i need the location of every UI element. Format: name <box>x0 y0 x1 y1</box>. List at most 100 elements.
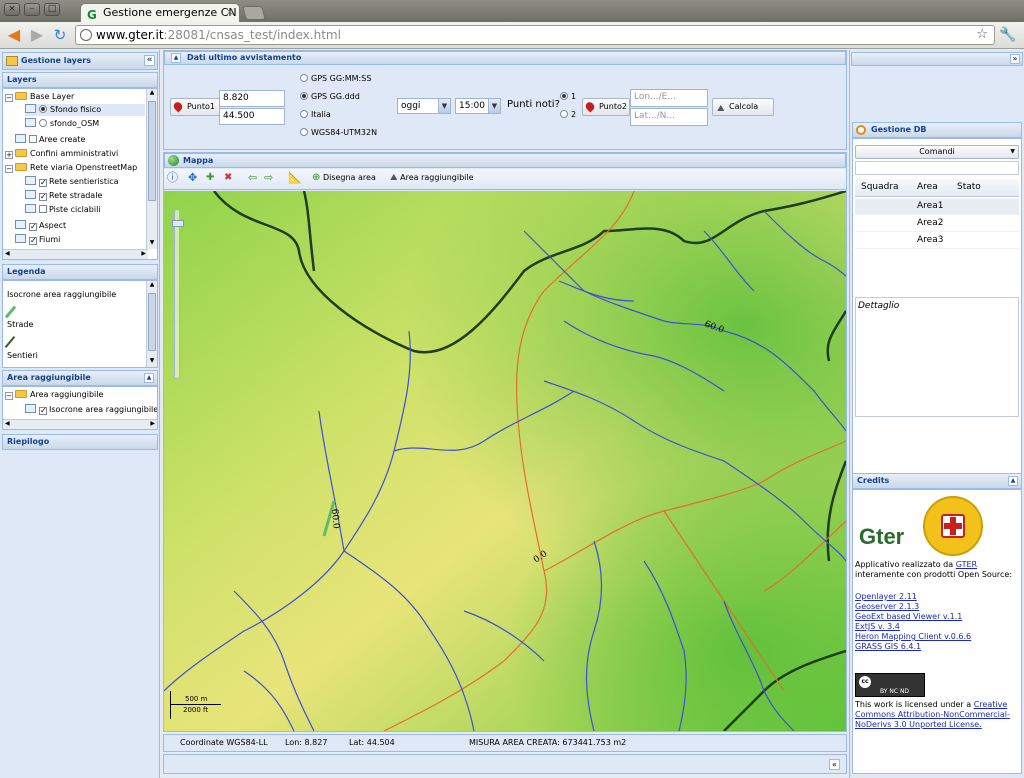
chevron-down-icon[interactable]: ▼ <box>1010 146 1015 158</box>
coord-option-utm32n[interactable]: WGS84-UTM32N <box>300 127 377 139</box>
column-stato[interactable]: Stato <box>957 182 981 192</box>
geoext-link[interactable]: GeoExt based Viewer v.1.1 <box>855 612 962 621</box>
table-row[interactable]: Area1 <box>855 199 1019 215</box>
collapse-right-icon[interactable]: » <box>1010 54 1020 64</box>
chevron-down-icon[interactable]: ▼ <box>438 99 450 113</box>
tree-item-base-layer[interactable]: − Base Layer <box>5 91 74 103</box>
fiumi-checkbox[interactable]: ✓ <box>29 237 37 245</box>
disegna-area-button[interactable]: ⊕ Disegna area <box>312 169 376 187</box>
coord-option-gg-mm-ss[interactable]: GPS GG:MM:SS <box>300 73 371 85</box>
scroll-thumb[interactable] <box>148 101 156 201</box>
punto2-lon-input[interactable]: Lon.../E... <box>630 89 708 107</box>
punti-noti-option-1[interactable]: 1 <box>560 91 576 103</box>
table-row[interactable]: Area3 <box>855 233 1019 249</box>
punti-noti-option-2[interactable]: 2 <box>560 109 576 121</box>
punto2-button[interactable]: Punto2 <box>582 98 630 116</box>
isocrone-checkbox[interactable]: ✓ <box>39 407 47 415</box>
tree-item-rete-viaria[interactable]: − Rete viaria OpenstreetMap <box>5 162 137 174</box>
tab-close-icon[interactable]: × <box>226 4 234 22</box>
browser-tab[interactable]: G Gestione emergenze CN × <box>80 3 240 22</box>
zoom-in-icon[interactable]: ✚ <box>206 169 214 187</box>
tree-item-rete-sentieristica[interactable]: ✓ Rete sentieristica <box>25 176 119 188</box>
scroll-down-icon[interactable]: ▼ <box>147 239 157 249</box>
scroll-up-icon[interactable]: ▲ <box>147 89 157 99</box>
collapse-up-icon[interactable]: ▲ <box>1008 476 1018 486</box>
column-squadra[interactable]: Squadra <box>861 182 899 192</box>
info-icon[interactable]: ⓘ <box>167 169 178 187</box>
area-raggiungibile-button[interactable]: ⛰ Area raggiungibile <box>390 169 474 187</box>
scroll-left-icon[interactable]: ◀ <box>5 420 10 427</box>
tree-item-aspect[interactable]: ✓ Aspect <box>15 220 66 232</box>
scroll-down-icon[interactable]: ▼ <box>147 357 157 367</box>
cc-badge[interactable]: cc BY NC ND <box>855 673 925 697</box>
tree-item-area-raggiungibile[interactable]: − Area raggiungibile <box>5 389 103 401</box>
layers-hscrollbar[interactable]: ◀ ▶ <box>3 249 148 259</box>
map-svg[interactable]: 60.0 60.0 0.0 <box>164 191 846 731</box>
next-view-icon[interactable]: ⇨ <box>264 169 273 187</box>
collapse-up-icon[interactable]: ▲ <box>144 373 154 383</box>
tree-item-piste-ciclabili[interactable]: Piste ciclabili <box>25 204 101 216</box>
area-hscrollbar[interactable]: ◀ ▶ <box>3 419 157 429</box>
maximize-window-icon[interactable]: □ <box>44 3 60 16</box>
punto1-lat-input[interactable]: 44.500 <box>219 108 285 125</box>
punto1-lon-input[interactable]: 8.820 <box>219 90 285 107</box>
coord-option-gg-ddd[interactable]: GPS GG.ddd <box>300 91 360 103</box>
date-select[interactable]: oggi ▼ <box>397 98 451 114</box>
scroll-up-icon[interactable]: ▲ <box>147 281 157 291</box>
piste-ciclabili-checkbox[interactable] <box>39 205 47 213</box>
rete-sentieristica-checkbox[interactable]: ✓ <box>39 179 47 187</box>
bookmark-star-icon[interactable]: ☆ <box>976 26 988 44</box>
forward-arrow-icon[interactable]: ▶ <box>27 25 47 45</box>
sfondo-fisico-radio[interactable] <box>39 105 47 113</box>
openlayer-link[interactable]: Openlayer 2.11 <box>855 592 917 601</box>
heron-link[interactable]: Heron Mapping Client v.0.6.6 <box>855 632 971 641</box>
table-row[interactable]: Area2 <box>855 216 1019 232</box>
aree-create-checkbox[interactable] <box>29 135 37 143</box>
back-arrow-icon[interactable]: ◀ <box>4 25 24 45</box>
measure-icon[interactable]: 📐 <box>288 169 302 187</box>
geoserver-link[interactable]: Geoserver 2.1.3 <box>855 602 919 611</box>
riepilogo-header[interactable]: Riepilogo <box>2 434 158 450</box>
calcola-button[interactable]: ⛰ Calcola <box>712 98 774 116</box>
expand-up-icon[interactable]: « <box>829 759 840 770</box>
sfondo-osm-radio[interactable] <box>39 119 47 127</box>
zoom-slider-thumb[interactable] <box>172 220 184 227</box>
address-bar[interactable]: www.gter.it:28081/cnsas_test/index.html … <box>75 25 995 45</box>
pan-icon[interactable]: ✥ <box>188 169 197 187</box>
collapse-left-icon[interactable]: « <box>144 55 155 66</box>
scroll-left-icon[interactable]: ◀ <box>5 250 10 257</box>
tree-item-isocrone[interactable]: ✓ Isocrone area raggiungibile <box>25 404 157 416</box>
map-canvas[interactable]: 60.0 60.0 0.0 500 m 2000 ft <box>164 191 846 731</box>
coord-option-italia[interactable]: Italia <box>300 109 331 121</box>
zoom-out-icon[interactable]: ✖ <box>224 169 232 187</box>
minimize-window-icon[interactable]: – <box>24 3 40 16</box>
chevron-down-icon[interactable]: ▼ <box>488 99 500 113</box>
reload-icon[interactable]: ↻ <box>50 25 70 45</box>
tree-item-rete-stradale[interactable]: ✓ Rete stradale <box>25 190 102 202</box>
scroll-right-icon[interactable]: ▶ <box>150 420 155 427</box>
scroll-right-icon[interactable]: ▶ <box>141 250 146 257</box>
tree-item-sfondo-osm[interactable]: sfondo_OSM <box>25 118 99 130</box>
scroll-thumb[interactable] <box>148 293 156 351</box>
aspect-checkbox[interactable]: ✓ <box>29 223 37 231</box>
column-area[interactable]: Area <box>917 182 938 192</box>
zoom-slider[interactable] <box>172 209 184 379</box>
tree-item-aree-create[interactable]: Aree create <box>15 134 85 146</box>
time-select[interactable]: 15:00 ▼ <box>455 98 501 114</box>
legend-vscrollbar[interactable]: ▲ ▼ <box>146 281 157 367</box>
tree-item-confini[interactable]: + Confini amministrativi <box>5 148 118 160</box>
layers-vscrollbar[interactable]: ▲ ▼ <box>146 89 157 249</box>
tree-item-sfondo-fisico[interactable]: Sfondo fisico <box>25 104 145 116</box>
wrench-icon[interactable]: 🔧 <box>998 25 1018 45</box>
db-filter-bar[interactable] <box>855 161 1019 175</box>
grass-link[interactable]: GRASS GIS 6.4.1 <box>855 642 921 651</box>
previous-view-icon[interactable]: ⇦ <box>248 169 257 187</box>
extjs-link[interactable]: ExtJS v. 3.4 <box>855 622 900 631</box>
punto2-lat-input[interactable]: Lat.../N... <box>630 108 708 126</box>
tree-item-fiumi[interactable]: ✓ Fiumi <box>15 234 60 246</box>
punto1-button[interactable]: Punto1 <box>170 98 220 116</box>
new-tab-button[interactable] <box>242 6 266 20</box>
comandi-dropdown[interactable]: Comandi ▼ <box>855 145 1019 159</box>
close-window-icon[interactable]: × <box>4 3 20 16</box>
gter-link[interactable]: GTER <box>956 560 977 569</box>
